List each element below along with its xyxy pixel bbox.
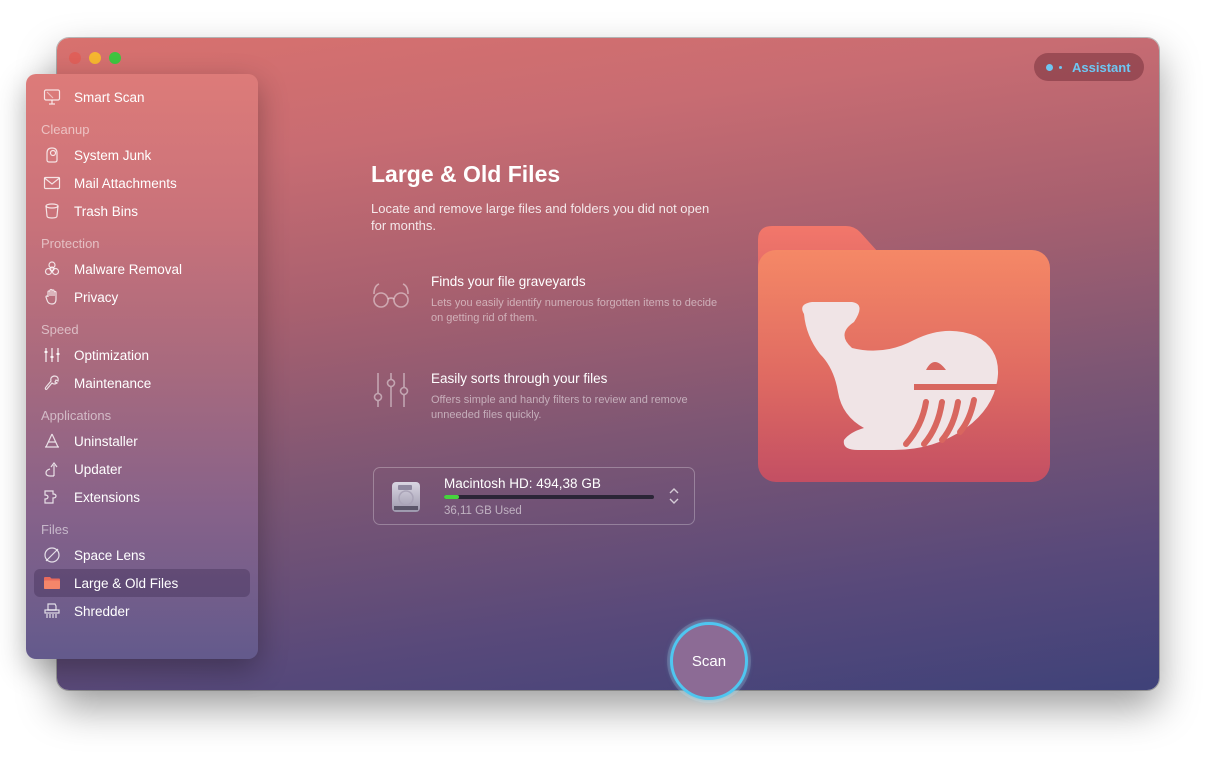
sidebar-item-label: Maintenance — [74, 375, 152, 391]
disk-usage-bar — [444, 495, 654, 499]
uninstaller-icon — [42, 431, 62, 451]
feature-sorts-files: Easily sorts through your files Offers s… — [371, 371, 731, 431]
filters-icon — [373, 373, 409, 407]
assistant-dot-icon — [1046, 63, 1053, 71]
glasses-icon — [373, 283, 409, 308]
disk-name: Macintosh HD: 494,38 GB — [444, 476, 601, 491]
disk-selector[interactable]: Macintosh HD: 494,38 GB 36,11 GB Used — [373, 467, 695, 525]
disk-usage-fill — [444, 495, 460, 499]
sidebar-item-label: System Junk — [74, 147, 152, 163]
sidebar-item-extensions[interactable]: Extensions — [34, 483, 250, 511]
page-description: Locate and remove large files and folder… — [371, 201, 710, 233]
sidebar-item-label: Optimization — [74, 347, 150, 363]
sidebar-item-label: Shredder — [74, 603, 130, 619]
window-controls — [69, 52, 121, 64]
sidebar-item-optimization[interactable]: Optimization — [34, 341, 250, 369]
hard-drive-icon — [392, 482, 420, 512]
sidebar-item-label: Uninstaller — [74, 433, 138, 449]
sidebar: Smart Scan Cleanup System Junk Mail Atta… — [26, 74, 258, 659]
close-window-button[interactable] — [69, 52, 81, 64]
sidebar-item-space-lens[interactable]: Space Lens — [34, 541, 250, 569]
junk-icon — [42, 145, 62, 165]
section-speed: Speed — [41, 322, 79, 337]
assistant-label: Assistant — [1072, 59, 1131, 75]
biohazard-icon — [42, 259, 62, 279]
updater-icon — [42, 459, 62, 479]
wrench-icon — [42, 373, 62, 393]
sidebar-item-label: Trash Bins — [74, 203, 139, 219]
trash-icon — [42, 201, 62, 221]
sidebar-item-label: Mail Attachments — [74, 175, 177, 191]
hand-icon — [42, 287, 62, 307]
section-protection: Protection — [41, 236, 100, 251]
folder-icon — [42, 573, 62, 593]
section-files: Files — [41, 522, 69, 537]
minimize-window-button[interactable] — [89, 52, 101, 64]
disk-used-label: 36,11 GB Used — [444, 505, 522, 517]
section-applications: Applications — [41, 408, 112, 423]
large-files-folder-whale-illustration — [758, 226, 1050, 482]
sidebar-item-smart-scan[interactable]: Smart Scan — [34, 83, 250, 111]
sidebar-item-large-old-files[interactable]: Large & Old Files — [34, 569, 250, 597]
maximize-window-button[interactable] — [109, 52, 121, 64]
page-title: Large & Old Files — [371, 161, 561, 187]
sidebar-item-updater[interactable]: Updater — [34, 455, 250, 483]
chevron-up-down-icon[interactable] — [668, 487, 680, 505]
shredder-icon — [42, 601, 62, 621]
sidebar-item-label: Privacy — [74, 289, 119, 305]
sidebar-item-privacy[interactable]: Privacy — [34, 283, 250, 311]
sidebar-item-label: Space Lens — [74, 547, 146, 563]
sidebar-item-maintenance[interactable]: Maintenance — [34, 369, 250, 397]
monitor-icon — [42, 87, 62, 107]
scan-button[interactable]: Scan — [670, 622, 748, 700]
sidebar-item-label: Updater — [74, 461, 123, 477]
section-cleanup: Cleanup — [41, 122, 90, 137]
space-lens-icon — [42, 545, 62, 565]
sidebar-item-malware-removal[interactable]: Malware Removal — [34, 255, 250, 283]
sidebar-item-label: Smart Scan — [74, 89, 145, 105]
feature-title: Easily sorts through your files — [431, 371, 608, 386]
sidebar-item-label: Extensions — [74, 489, 141, 505]
sidebar-item-label: Malware Removal — [74, 261, 183, 277]
sidebar-item-shredder[interactable]: Shredder — [34, 597, 250, 625]
extensions-icon — [42, 487, 62, 507]
sidebar-item-system-junk[interactable]: System Junk — [34, 141, 250, 169]
sliders-icon — [42, 345, 62, 365]
feature-description: Offers simple and handy filters to revie… — [431, 394, 688, 421]
assistant-small-dot-icon — [1059, 65, 1062, 69]
assistant-button[interactable]: Assistant — [1034, 53, 1144, 81]
feature-file-graveyards: Finds your file graveyards Lets you easi… — [371, 274, 731, 334]
feature-description: Lets you easily identify numerous forgot… — [431, 297, 718, 324]
feature-title: Finds your file graveyards — [431, 274, 586, 289]
sidebar-item-uninstaller[interactable]: Uninstaller — [34, 427, 250, 455]
scan-button-halo: Scan — [667, 619, 751, 703]
mail-icon — [42, 173, 62, 193]
sidebar-item-label: Large & Old Files — [74, 575, 179, 591]
sidebar-item-mail-attachments[interactable]: Mail Attachments — [34, 169, 250, 197]
sidebar-item-trash-bins[interactable]: Trash Bins — [34, 197, 250, 225]
